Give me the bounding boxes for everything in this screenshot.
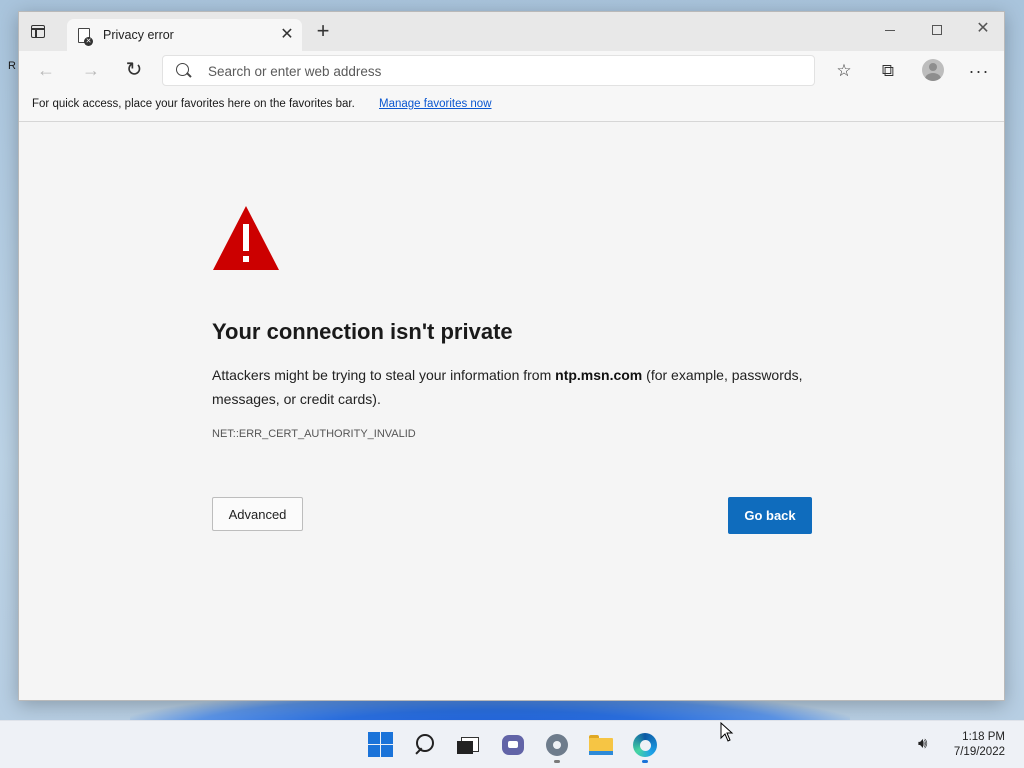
favorites-icon[interactable]: ☆ [833,60,855,82]
favorites-bar: For quick access, place your favorites h… [19,90,1004,122]
task-view-icon[interactable] [455,731,483,759]
address-bar[interactable] [162,55,815,87]
browser-window: ✕ Privacy error ✕ + ✕ ← → ↻ ☆ ⧉ ··· For … [18,11,1005,701]
clock[interactable]: 1:18 PM 7/19/2022 [945,730,1005,760]
refresh-icon[interactable]: ↻ [124,60,144,80]
profile-avatar[interactable] [922,59,944,81]
error-description: Attackers might be trying to steal your … [212,363,822,411]
back-arrow-icon[interactable]: ← [36,60,56,80]
tab-title: Privacy error [103,28,174,42]
clock-date: 7/19/2022 [953,746,1005,758]
settings-icon[interactable] [543,731,571,759]
edge-icon[interactable] [631,731,659,759]
chat-icon[interactable] [499,731,527,759]
close-tab-icon[interactable]: ✕ [278,26,296,44]
manage-favorites-link[interactable]: Manage favorites now [379,98,492,110]
favorites-bar-text: For quick access, place your favorites h… [32,98,355,110]
tab-privacy-error[interactable]: ✕ Privacy error ✕ [67,19,302,52]
desktop-edge-glyph: R [8,60,16,72]
warning-icon [213,206,279,270]
error-heading: Your connection isn't private [212,319,513,344]
more-icon[interactable]: ··· [968,60,990,82]
search-icon [176,63,189,76]
site-domain: ntp.msn.com [555,367,643,383]
maximize-icon[interactable] [932,25,942,35]
taskbar: 🔊︎ 1:18 PM 7/19/2022 [0,720,1024,768]
clock-time: 1:18 PM [962,731,1005,743]
close-window-icon[interactable]: ✕ [976,21,990,37]
new-tab-icon[interactable]: + [313,20,333,42]
tab-actions-icon[interactable] [31,25,45,38]
volume-icon[interactable]: 🔊︎ [918,735,938,753]
go-back-button[interactable]: Go back [728,497,812,534]
error-code: NET::ERR_CERT_AUTHORITY_INVALID [212,428,416,440]
toolbar: ← → ↻ ☆ ⧉ ··· [19,51,1004,90]
advanced-button[interactable]: Advanced [212,497,303,531]
forward-arrow-icon[interactable]: → [81,60,101,80]
minimize-icon[interactable] [885,30,895,31]
title-bar: ✕ Privacy error ✕ + ✕ [19,12,1004,52]
collections-icon[interactable]: ⧉ [877,60,899,82]
address-input[interactable] [206,56,800,87]
edge-active-indicator [642,760,648,763]
error-page: Your connection isn't private Attackers … [19,122,1004,700]
error-page-icon: ✕ [78,28,93,46]
taskbar-search-icon[interactable] [412,731,440,759]
start-icon[interactable] [367,731,395,759]
mouse-cursor-icon [720,722,734,742]
description-prefix: Attackers might be trying to steal your … [212,367,556,383]
file-explorer-icon[interactable] [587,731,615,759]
settings-active-indicator [554,760,560,763]
